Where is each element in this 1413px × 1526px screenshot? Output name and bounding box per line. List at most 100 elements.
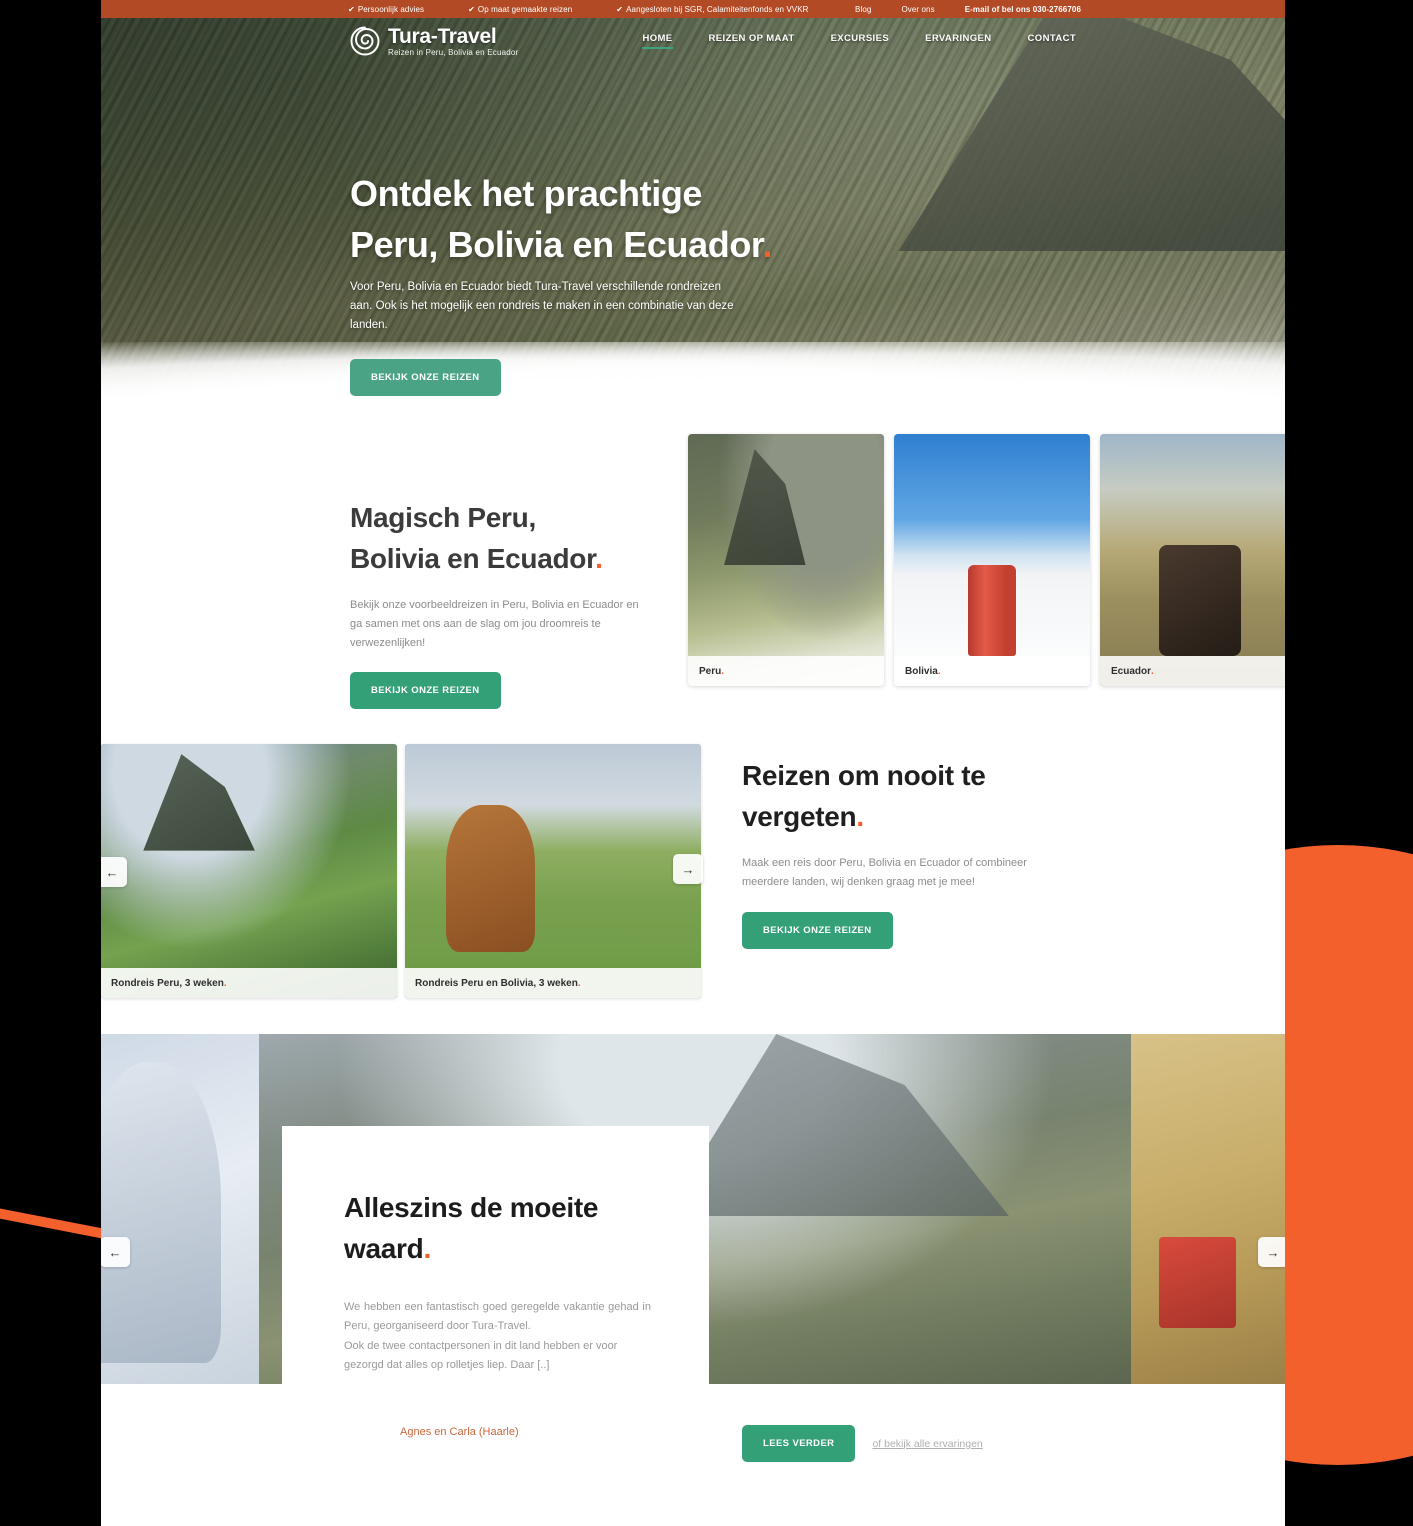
usp-item-2: ✔ Aangesloten bij SGR, Calamiteitenfonds… — [616, 5, 808, 14]
magisch-text-block: Magisch Peru, Bolivia en Ecuador. Bekijk… — [350, 498, 650, 710]
page-stage: ✔ Persoonlijk advies ✔ Op maat gemaakte … — [0, 0, 1413, 1526]
top-link-blog[interactable]: Blog — [855, 5, 871, 14]
reizen-title-line2: vergeten — [742, 800, 857, 832]
testimonial-card: Alleszins de moeite waard. We hebben een… — [282, 1126, 709, 1438]
top-links: Blog Over ons E-mail of bel ons 030-2766… — [855, 5, 1081, 14]
testimonial-title-line1: Alleszins de moeite — [344, 1192, 599, 1223]
reizen-cta-button[interactable]: BEKIJK ONZE REIZEN — [742, 911, 893, 949]
hero-title-line1: Ontdek het prachtige — [350, 173, 703, 214]
reizen-title-line1: Reizen om nooit te — [742, 760, 986, 791]
arrow-left-icon: ← — [108, 1244, 122, 1260]
magisch-cta-wrap: BEKIJK ONZE REIZEN — [350, 672, 650, 710]
magisch-paragraph: Bekijk onze voorbeeldreizen in Peru, Bol… — [350, 598, 639, 649]
ecuador-card-caption-dot: . — [1151, 665, 1154, 677]
hero-content: Ontdek het prachtige Peru, Bolivia en Ec… — [350, 168, 870, 397]
country-card-ecuador[interactable]: Ecuador. — [1100, 434, 1285, 686]
peru-card-caption: Peru. — [688, 656, 884, 686]
hero-title-line2: Peru, Bolivia en Ecuador — [350, 224, 763, 266]
trip-slide-peru[interactable]: Rondreis Peru, 3 weken. — [101, 744, 397, 998]
bolivia-card-caption-dot: . — [937, 665, 941, 677]
nav-item-reizen-op-maat[interactable]: REIZEN OP MAAT — [709, 33, 795, 49]
hero-paragraph: Voor Peru, Bolivia en Ecuador biedt Tura… — [350, 281, 734, 332]
website-page: ✔ Persoonlijk advies ✔ Op maat gemaakte … — [101, 0, 1285, 1526]
site-logo[interactable]: Tura-Travel Reizen in Peru, Bolivia en E… — [350, 26, 518, 57]
nav-item-contact[interactable]: CONTACT — [1028, 33, 1077, 49]
reizen-paragraph: Maak een reis door Peru, Bolivia en Ecua… — [742, 856, 1027, 888]
trip-slide-2-caption: Rondreis Peru en Bolivia, 3 weken. — [405, 968, 701, 998]
spiral-logo-icon — [350, 26, 380, 56]
reizen-cta-wrap: BEKIJK ONZE REIZEN — [742, 911, 1042, 949]
reizen-text-block: Reizen om nooit te vergeten. Maak een re… — [742, 756, 1042, 949]
usp-label-1: Op maat gemaakte reizen — [477, 4, 573, 14]
magisch-title-line1: Magisch Peru, — [350, 502, 536, 533]
section-reizen-vergeten: Rondreis Peru, 3 weken. Rondreis Peru en… — [101, 744, 1285, 1034]
check-icon: ✔ — [468, 4, 475, 14]
testimonial-image-left — [101, 1034, 259, 1384]
nav-item-excursies[interactable]: EXCURSIES — [831, 33, 890, 49]
testimonial-all-link[interactable]: of bekijk alle ervaringen — [872, 1438, 982, 1450]
testimonial-next-button[interactable]: → — [1258, 1237, 1285, 1267]
testimonial-author: Agnes en Carla (Haarle) — [400, 1426, 519, 1439]
usp-label-2: Aangesloten bij SGR, Calamiteitenfonds e… — [626, 4, 809, 14]
arrow-left-icon: ← — [105, 864, 119, 880]
usp-list: ✔ Persoonlijk advies ✔ Op maat gemaakte … — [348, 5, 809, 14]
country-card-bolivia[interactable]: Bolivia. — [894, 434, 1090, 686]
hero-cta-button[interactable]: BEKIJK ONZE REIZEN — [350, 359, 501, 397]
usp-item-0: ✔ Persoonlijk advies — [348, 5, 424, 14]
testimonial-title: Alleszins de moeite waard. — [344, 1188, 651, 1270]
country-card-peru[interactable]: Peru. — [688, 434, 884, 686]
check-icon: ✔ — [616, 4, 624, 14]
trip-slide-1-image — [101, 744, 397, 998]
trip-carousel-next-button[interactable]: → — [673, 854, 703, 884]
ecuador-card-caption-text: Ecuador — [1111, 665, 1152, 677]
peru-card-caption-text: Peru — [699, 665, 722, 677]
ecuador-card-image — [1100, 434, 1285, 686]
top-utility-bar: ✔ Persoonlijk advies ✔ Op maat gemaakte … — [101, 0, 1285, 18]
trip-slide-2-caption-dot: . — [577, 977, 581, 989]
ecuador-card-caption: Ecuador. — [1100, 656, 1285, 686]
testimonial-quote-line1: We hebben een fantastisch goed geregelde… — [344, 1300, 651, 1333]
hero-title-dot: . — [762, 224, 773, 266]
bolivia-card-caption: Bolivia. — [894, 656, 1090, 686]
testimonial-actions: LEES VERDER of bekijk alle ervaringen — [742, 1425, 983, 1462]
top-link-contact[interactable]: E-mail of bel ons 030-2766706 — [965, 5, 1081, 14]
usp-label-0: Persoonlijk advies — [357, 4, 425, 14]
check-icon: ✔ — [348, 4, 355, 14]
site-header: Tura-Travel Reizen in Peru, Bolivia en E… — [101, 18, 1285, 64]
testimonial-read-more-button[interactable]: LEES VERDER — [742, 1425, 856, 1462]
logo-name: Tura-Travel — [388, 24, 497, 48]
arrow-right-icon: → — [681, 861, 695, 877]
section-testimonial: ← → Alleszins de moeite waard. We hebben… — [101, 1034, 1285, 1454]
hero-section: Tura-Travel Reizen in Peru, Bolivia en E… — [101, 18, 1285, 434]
peru-card-image — [688, 434, 884, 686]
usp-item-1: ✔ Op maat gemaakte reizen — [468, 5, 572, 14]
trip-slide-2-image — [405, 744, 701, 998]
reizen-title: Reizen om nooit te vergeten. — [742, 756, 1042, 838]
nav-item-ervaringen[interactable]: ERVARINGEN — [925, 33, 991, 49]
main-navigation: HOME REIZEN OP MAAT EXCURSIES ERVARINGEN… — [642, 33, 1076, 49]
trip-slide-1-caption-dot: . — [223, 977, 227, 989]
magisch-cta-button[interactable]: BEKIJK ONZE REIZEN — [350, 672, 501, 710]
trip-slide-2-caption-text: Rondreis Peru en Bolivia, 3 weken — [415, 977, 578, 989]
country-card-list: Peru. Bolivia. Ecuador. — [688, 434, 1285, 686]
arrow-right-icon: → — [1266, 1244, 1280, 1260]
trip-slide-peru-bolivia[interactable]: Rondreis Peru en Bolivia, 3 weken. — [405, 744, 701, 998]
testimonial-title-line2: waard — [344, 1232, 424, 1264]
top-link-over-ons[interactable]: Over ons — [901, 5, 934, 14]
trip-slide-1-caption: Rondreis Peru, 3 weken. — [101, 968, 397, 998]
logo-text-block: Tura-Travel Reizen in Peru, Bolivia en E… — [388, 26, 518, 57]
hero-cta-wrap: BEKIJK ONZE REIZEN — [350, 359, 870, 397]
testimonial-title-dot: . — [423, 1232, 431, 1264]
nav-item-home[interactable]: HOME — [642, 33, 673, 49]
trip-carousel-prev-button[interactable]: ← — [101, 857, 127, 887]
peru-card-caption-dot: . — [721, 665, 725, 677]
section-magisch-peru: Magisch Peru, Bolivia en Ecuador. Bekijk… — [101, 434, 1285, 744]
magisch-title-dot: . — [595, 542, 603, 574]
bolivia-card-image — [894, 434, 1090, 686]
magisch-title: Magisch Peru, Bolivia en Ecuador. — [350, 498, 650, 580]
testimonial-prev-button[interactable]: ← — [101, 1237, 130, 1267]
trip-slide-1-caption-text: Rondreis Peru, 3 weken — [111, 977, 224, 989]
testimonial-quote-line2: Ook de twee contactpersonen in dit land … — [344, 1339, 618, 1372]
testimonial-image-right — [1131, 1034, 1285, 1384]
hero-title: Ontdek het prachtige Peru, Bolivia en Ec… — [350, 168, 870, 270]
